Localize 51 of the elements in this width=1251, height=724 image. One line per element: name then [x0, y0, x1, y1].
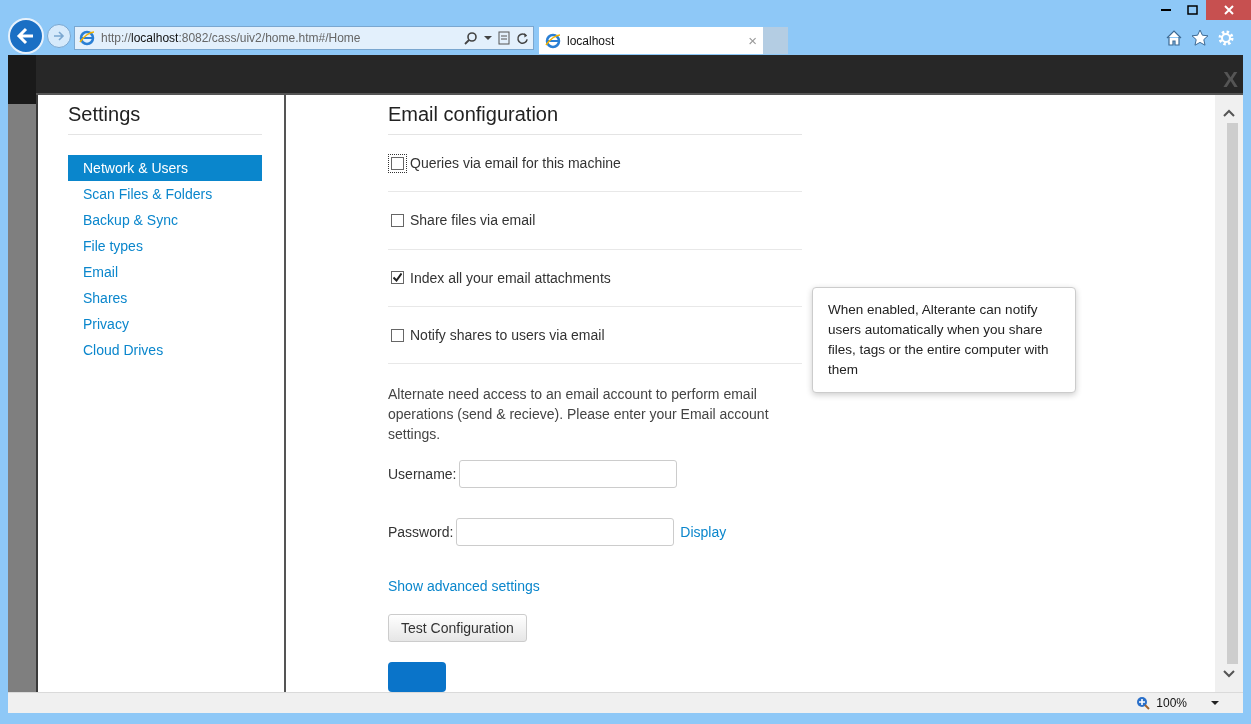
sidebar-item[interactable]: Network & Users [68, 155, 262, 181]
maximize-icon [1187, 5, 1198, 15]
section-title: Email configuration [388, 103, 802, 135]
password-field[interactable] [456, 518, 675, 547]
search-icon[interactable] [464, 31, 478, 45]
display-link[interactable]: Display [680, 524, 727, 541]
username-field[interactable] [459, 460, 678, 489]
right-arrow-icon [52, 29, 66, 43]
page-icon[interactable] [498, 31, 510, 45]
url-text: http://localhost:8082/cass/uiv2/home.htm#/Home [101, 31, 362, 45]
browser-logo-icon [79, 30, 95, 46]
sidebar-item[interactable]: Privacy [68, 311, 262, 337]
checkbox-label[interactable]: Share files via email [410, 212, 536, 229]
sidebar-item[interactable]: Email [68, 259, 262, 285]
tooltip: When enabled, Alterante can notify users automatically when you share files, tags or the entire computer with them [812, 286, 1076, 393]
checkbox[interactable] [391, 213, 404, 227]
browser-tab[interactable]: localhost × [539, 27, 763, 54]
sidebar-item[interactable]: File types [68, 233, 262, 259]
username-label: Username: [388, 466, 457, 483]
home-icon[interactable] [1165, 29, 1183, 47]
sidebar-title: Settings [68, 103, 262, 135]
sidebar-item[interactable]: Scan Files & Folders [68, 181, 262, 207]
refresh-icon[interactable] [516, 31, 529, 45]
close-tab-button[interactable]: × [748, 32, 757, 49]
sidebar-item[interactable]: Shares [68, 285, 262, 311]
checkmark-icon [393, 273, 402, 283]
caret-icon[interactable] [484, 35, 492, 41]
browser-logo-icon [545, 32, 561, 49]
close-button[interactable] [1206, 0, 1251, 20]
checkbox-label[interactable]: Notify shares to users via email [410, 327, 605, 344]
sidebar-item[interactable]: Cloud Drives [68, 337, 262, 363]
advanced-settings-link[interactable]: Show advanced settings [388, 578, 540, 595]
checkbox-label[interactable]: Queries via email for this machine [410, 155, 621, 172]
sidebar-item[interactable]: Backup & Sync [68, 207, 262, 233]
test-configuration-button[interactable]: Test Configuration [388, 614, 527, 643]
password-label: Password: [388, 524, 454, 541]
zoom-level[interactable]: 100% [1156, 696, 1187, 710]
close-icon [1223, 5, 1234, 15]
scrollbar[interactable] [1215, 95, 1243, 692]
checkbox[interactable] [391, 271, 404, 285]
description-text: Alternate need access to an email account to perform email operations (send & recieve). Please enter your Email account settings. [388, 385, 770, 445]
scrollbar-thumb[interactable] [1226, 123, 1238, 664]
caret-icon[interactable] [1211, 700, 1219, 706]
tab-title: localhost [567, 33, 616, 48]
address-bar[interactable]: http://localhost:8082/cass/uiv2/home.htm#/Home [74, 26, 534, 50]
back-button[interactable] [8, 18, 44, 54]
checkbox[interactable] [391, 328, 404, 342]
minimize-icon [1160, 9, 1171, 11]
zoom-icon[interactable] [1136, 696, 1151, 710]
star-icon[interactable] [1191, 29, 1209, 47]
checkbox-label[interactable]: Index all your email attachments [410, 269, 611, 286]
